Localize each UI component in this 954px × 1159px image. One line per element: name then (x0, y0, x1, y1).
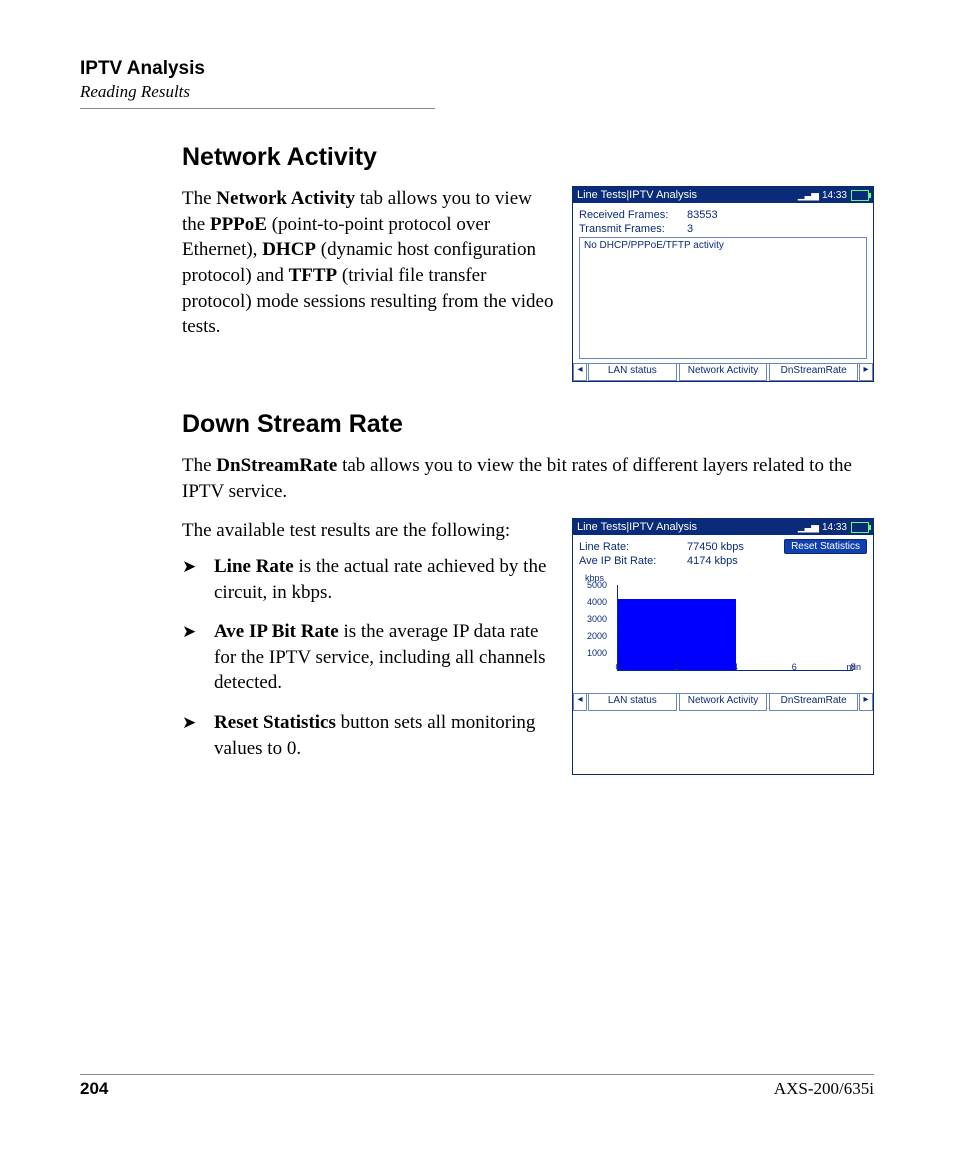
window-title: Line Tests|IPTV Analysis (577, 189, 697, 201)
network-activity-paragraph: The Network Activity tab allows you to v… (182, 186, 558, 382)
tab-bar: ◂ LAN status Network Activity DnStreamRa… (573, 363, 873, 381)
chart-x-tick: 6 (792, 662, 797, 672)
stat-value: 3 (687, 223, 693, 235)
stat-value: 4174 kbps (687, 555, 738, 567)
stat-row: Transmit Frames: 3 (579, 223, 867, 235)
list-item: Reset Statistics button sets all monitor… (182, 710, 558, 761)
signal-icon: ▁▃▅ (798, 522, 818, 533)
doc-id: AXS-200/635i (774, 1079, 874, 1099)
stat-label: Received Frames: (579, 209, 679, 221)
heading-down-stream-rate: Down Stream Rate (182, 410, 874, 439)
tab-lan-status[interactable]: LAN status (588, 364, 677, 381)
stat-label: Line Rate: (579, 541, 679, 553)
bold-term: Line Rate (214, 556, 294, 577)
tab-dnstreamrate[interactable]: DnStreamRate (769, 694, 858, 711)
footer-rule (80, 1074, 874, 1075)
window-title: Line Tests|IPTV Analysis (577, 521, 697, 533)
list-item: Line Rate is the actual rate achieved by… (182, 554, 558, 605)
battery-icon (851, 522, 869, 533)
bold-term: PPPoE (210, 214, 267, 235)
stat-label: Transmit Frames: (579, 223, 679, 235)
screenshot-network-activity: Line Tests|IPTV Analysis ▁▃▅ 14:33 Recei… (572, 186, 874, 382)
clock-time: 14:33 (822, 522, 847, 533)
result-list: Line Rate is the actual rate achieved by… (182, 554, 558, 761)
header-title: IPTV Analysis (80, 58, 874, 80)
running-header: IPTV Analysis Reading Results (80, 58, 874, 109)
activity-log-message: No DHCP/PPPoE/TFTP activity (584, 240, 724, 251)
chart-plot-area: 0 2 4 6 8 min (617, 585, 853, 671)
list-item: Ave IP Bit Rate is the average IP data r… (182, 619, 558, 696)
text: The (182, 188, 216, 209)
clock-time: 14:33 (822, 190, 847, 201)
bold-term: Reset Statistics (214, 712, 336, 733)
screenshot-dnstreamrate: Line Tests|IPTV Analysis ▁▃▅ 14:33 Line … (572, 518, 874, 775)
bold-term: Ave IP Bit Rate (214, 621, 339, 642)
text: The (182, 455, 216, 476)
chart-y-tick: 5000 (587, 580, 607, 590)
reset-statistics-button[interactable]: Reset Statistics (784, 539, 867, 554)
chart-y-tick: 2000 (587, 631, 607, 641)
tab-network-activity[interactable]: Network Activity (679, 364, 768, 381)
header-rule (80, 108, 435, 109)
tab-scroll-right-icon[interactable]: ▸ (859, 694, 873, 711)
tab-lan-status[interactable]: LAN status (588, 694, 677, 711)
page-number: 204 (80, 1079, 108, 1099)
chart-y-tick: 1000 (587, 648, 607, 658)
tab-bar: ◂ LAN status Network Activity DnStreamRa… (573, 693, 873, 711)
stat-label: Ave IP Bit Rate: (579, 555, 679, 567)
stat-value: 83553 (687, 209, 718, 221)
chart-x-tick: 2 (674, 662, 679, 672)
tab-scroll-left-icon[interactable]: ◂ (573, 364, 587, 381)
stat-value: 77450 kbps (687, 541, 744, 553)
chart-y-tick: 3000 (587, 614, 607, 624)
dnstream-paragraph-1: The DnStreamRate tab allows you to view … (182, 453, 874, 504)
bold-term: TFTP (289, 265, 338, 286)
tab-scroll-right-icon[interactable]: ▸ (859, 364, 873, 381)
chart-bar (618, 599, 736, 670)
rate-chart: kbps 5000 4000 3000 2000 1000 0 2 4 6 8 (587, 575, 863, 685)
header-subtitle: Reading Results (80, 82, 874, 102)
chart-x-tick: 0 (615, 662, 620, 672)
signal-icon: ▁▃▅ (798, 190, 818, 201)
bold-term: Network Activity (216, 188, 355, 209)
window-titlebar: Line Tests|IPTV Analysis ▁▃▅ 14:33 (573, 187, 873, 203)
dnstream-paragraph-2: The available test results are the follo… (182, 518, 558, 544)
bold-term: DnStreamRate (216, 455, 337, 476)
tab-dnstreamrate[interactable]: DnStreamRate (769, 364, 858, 381)
tab-network-activity[interactable]: Network Activity (679, 694, 768, 711)
chart-x-unit: min (846, 662, 861, 672)
stat-row: Received Frames: 83553 (579, 209, 867, 221)
battery-icon (851, 190, 869, 201)
page-footer: 204 AXS-200/635i (80, 1074, 874, 1099)
bold-term: DHCP (262, 239, 316, 260)
window-titlebar: Line Tests|IPTV Analysis ▁▃▅ 14:33 (573, 519, 873, 535)
activity-log-box: No DHCP/PPPoE/TFTP activity (579, 237, 867, 359)
stat-row: Ave IP Bit Rate: 4174 kbps (579, 555, 784, 567)
chart-x-tick: 4 (733, 662, 738, 672)
stat-row: Line Rate: 77450 kbps (579, 541, 784, 553)
tab-scroll-left-icon[interactable]: ◂ (573, 694, 587, 711)
heading-network-activity: Network Activity (182, 143, 874, 172)
chart-y-tick: 4000 (587, 597, 607, 607)
